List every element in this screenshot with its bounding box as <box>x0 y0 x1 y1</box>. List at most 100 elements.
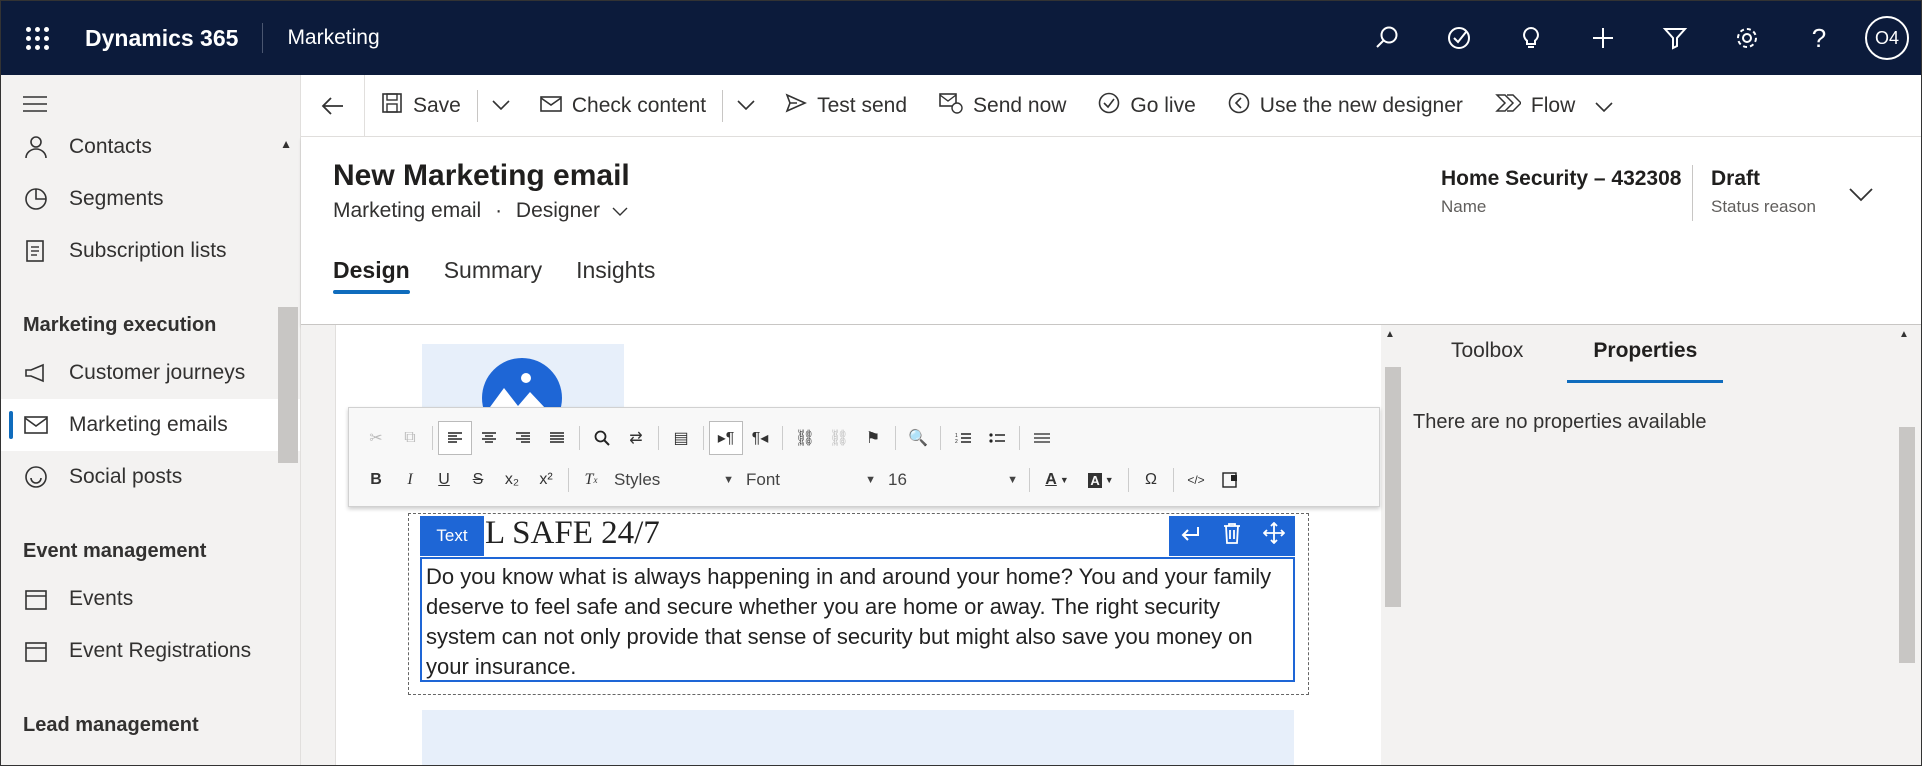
form-selector-chevron-icon[interactable] <box>612 204 628 220</box>
underline-icon[interactable]: U <box>427 463 461 497</box>
preview-icon[interactable]: 🔍 <box>901 421 935 455</box>
panel-scrollbar[interactable]: ▲ <box>1895 325 1919 765</box>
rich-text-toolbar: ✂ ⧉ ⇄ ▤ ▸¶ ¶◂ ⛓ ⛓ ⚑ 🔍 1 2 B I U S x₂ x² … <box>348 407 1380 507</box>
help-icon[interactable]: ? <box>1783 1 1855 75</box>
special-character-icon[interactable]: Ω <box>1134 463 1168 497</box>
tab-insights[interactable]: Insights <box>576 257 655 294</box>
tab-summary[interactable]: Summary <box>444 257 542 294</box>
dropdown-arrow-icon: ▼ <box>865 474 876 486</box>
subscript-icon[interactable]: x₂ <box>495 463 529 497</box>
name-field: Home Security – 432308 Name <box>1441 167 1681 217</box>
find-icon[interactable] <box>585 421 619 455</box>
save-button[interactable]: Save <box>365 75 477 137</box>
search-icon[interactable] <box>1351 1 1423 75</box>
block-format-icon[interactable]: ▤ <box>664 421 698 455</box>
back-arrow-icon[interactable] <box>301 74 365 137</box>
flow-button[interactable]: Flow <box>1479 75 1629 137</box>
rtl-direction-icon[interactable]: ¶◂ <box>743 421 777 455</box>
align-left-icon[interactable] <box>438 421 472 455</box>
scroll-up-icon[interactable]: ▲ <box>1899 329 1909 340</box>
font-size-value: 16 <box>888 470 907 489</box>
numbered-list-icon[interactable]: 12 <box>946 421 980 455</box>
lightbulb-icon[interactable] <box>1495 1 1567 75</box>
use-new-designer-button[interactable]: Use the new designer <box>1212 75 1479 137</box>
go-live-button[interactable]: Go live <box>1082 75 1211 137</box>
sidebar-item-label: Social posts <box>69 465 183 488</box>
tab-properties[interactable]: Properties <box>1567 331 1724 383</box>
use-new-designer-label: Use the new designer <box>1259 93 1463 117</box>
check-content-chevron-icon[interactable] <box>723 97 769 115</box>
superscript-icon[interactable]: x² <box>529 463 563 497</box>
app-launcher-button[interactable] <box>1 1 73 75</box>
sitemap-sidebar: Contacts ▲ Segments Subscription lists M… <box>1 75 301 765</box>
flow-chevron-icon[interactable] <box>1595 94 1613 118</box>
canvas-scrollbar[interactable]: ▲ <box>1381 325 1403 765</box>
enter-icon[interactable] <box>1179 523 1201 549</box>
copy-icon[interactable]: ⧉ <box>393 421 427 455</box>
scroll-up-icon[interactable]: ▲ <box>1385 329 1395 340</box>
anchor-flag-icon[interactable]: ⚑ <box>856 421 890 455</box>
test-send-label: Test send <box>817 93 908 117</box>
expand-header-chevron-icon[interactable] <box>1849 181 1873 209</box>
empty-properties-message: There are no properties available <box>1413 411 1707 433</box>
font-size-dropdown[interactable]: 16 ▼ <box>882 464 1024 496</box>
bold-icon[interactable]: B <box>359 463 393 497</box>
sidebar-item-customer-journeys[interactable]: Customer journeys <box>1 347 300 399</box>
app-name[interactable]: Marketing <box>287 26 379 50</box>
strikethrough-icon[interactable]: S <box>461 463 495 497</box>
template-icon[interactable] <box>1213 463 1247 497</box>
collapse-up-icon[interactable]: ▲ <box>280 137 292 151</box>
horizontal-line-icon[interactable] <box>1025 421 1059 455</box>
sidebar-item-event-registrations[interactable]: Event Registrations <box>1 625 300 677</box>
text-element-tag[interactable]: Text <box>420 516 484 556</box>
background-color-icon[interactable]: A ▼ <box>1079 463 1123 497</box>
styles-dropdown[interactable]: Styles ▼ <box>608 464 740 496</box>
align-right-icon[interactable] <box>506 421 540 455</box>
page-title: New Marketing email <box>333 159 630 192</box>
canvas-scroll-thumb[interactable] <box>1385 367 1401 607</box>
check-content-button[interactable]: Check content <box>524 75 722 137</box>
settings-icon[interactable] <box>1711 1 1783 75</box>
brand-name[interactable]: Dynamics 365 <box>85 23 264 53</box>
align-center-icon[interactable] <box>472 421 506 455</box>
align-justify-icon[interactable] <box>540 421 574 455</box>
panel-scroll-thumb[interactable] <box>1899 427 1915 663</box>
italic-icon[interactable]: I <box>393 463 427 497</box>
link-icon[interactable]: ⛓ <box>788 421 822 455</box>
sidebar-item-marketing-emails[interactable]: Marketing emails <box>1 399 300 451</box>
sidebar-scrollbar[interactable] <box>278 307 298 463</box>
ltr-direction-icon[interactable]: ▸¶ <box>709 421 743 455</box>
form-selector[interactable]: Designer <box>516 199 600 222</box>
save-options-chevron-icon[interactable] <box>478 97 524 115</box>
sidebar-item-label: Customer journeys <box>69 361 246 384</box>
record-header: New Marketing email Marketing email · De… <box>301 137 1921 325</box>
cut-icon[interactable]: ✂ <box>359 421 393 455</box>
sidebar-item-segments[interactable]: Segments <box>1 173 300 225</box>
styles-dropdown-label: Styles <box>614 470 661 489</box>
tab-toolbox[interactable]: Toolbox <box>1451 331 1523 379</box>
sidebar-item-social-posts[interactable]: Social posts <box>1 451 300 503</box>
tab-design[interactable]: Design <box>333 257 410 294</box>
email-heading[interactable]: L SAFE 24/7 <box>485 515 660 552</box>
sidebar-item-subscription-lists[interactable]: Subscription lists <box>1 225 300 277</box>
replace-icon[interactable]: ⇄ <box>619 421 653 455</box>
send-now-button[interactable]: Send now <box>923 75 1082 137</box>
move-icon[interactable] <box>1262 521 1285 550</box>
record-subtitle: Marketing email · Designer <box>333 199 628 223</box>
sidebar-item-contacts[interactable]: Contacts ▲ <box>1 121 300 173</box>
avatar[interactable]: O4 <box>1865 16 1909 60</box>
text-editor-content[interactable]: Do you know what is always happening in … <box>420 557 1295 682</box>
content-block[interactable] <box>422 710 1294 765</box>
delete-icon[interactable] <box>1222 522 1242 550</box>
filter-icon[interactable] <box>1639 1 1711 75</box>
task-icon[interactable] <box>1423 1 1495 75</box>
sidebar-item-events[interactable]: Events <box>1 573 300 625</box>
clear-formatting-icon[interactable]: Tx <box>574 463 608 497</box>
test-send-button[interactable]: Test send <box>769 75 923 137</box>
source-code-icon[interactable]: </> <box>1179 463 1213 497</box>
plus-icon[interactable] <box>1567 1 1639 75</box>
bulleted-list-icon[interactable] <box>980 421 1014 455</box>
font-dropdown[interactable]: Font ▼ <box>740 464 882 496</box>
unlink-icon[interactable]: ⛓ <box>822 421 856 455</box>
text-color-icon[interactable]: A ▼ <box>1035 463 1079 497</box>
